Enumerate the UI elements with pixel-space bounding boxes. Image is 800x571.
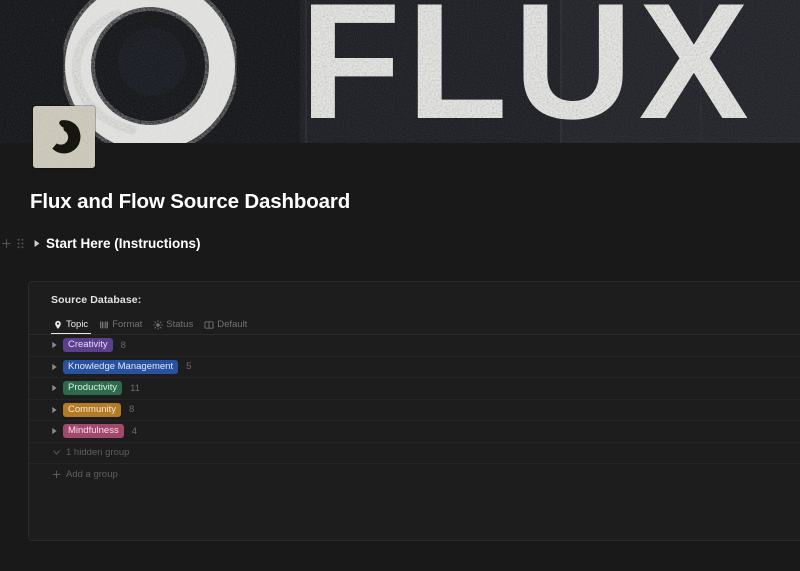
sun-icon [153, 319, 164, 330]
hidden-group-toggle[interactable]: 1 hidden group [29, 443, 800, 464]
table-row[interactable]: Knowledge Management 5 [29, 357, 800, 378]
group-tag-knowledge-management: Knowledge Management [63, 359, 179, 374]
drag-handle-icon[interactable] [15, 238, 26, 249]
tab-topic[interactable]: Topic [49, 319, 93, 334]
tab-format[interactable]: Format [95, 319, 147, 334]
tab-format-label: Format [112, 319, 143, 330]
toggle-block-start-here[interactable]: Start Here (Instructions) [0, 232, 400, 254]
hidden-group-label: 1 hidden group [66, 447, 130, 459]
add-group-button[interactable]: Add a group [29, 464, 800, 486]
group-expand-triangle-icon[interactable] [51, 427, 63, 435]
toggle-collapse-triangle-icon[interactable] [30, 239, 44, 248]
group-tag-productivity: Productivity [63, 381, 123, 396]
table-row[interactable]: Productivity 11 [29, 378, 800, 400]
tab-default[interactable]: Default [200, 319, 252, 334]
page-title: Flux and Flow Source Dashboard [30, 190, 351, 213]
group-count-creativity: 8 [120, 339, 126, 351]
group-rows: Creativity 8 Knowledge Management 5 Prod… [29, 335, 800, 486]
group-tag-creativity: Creativity [63, 338, 113, 353]
plus-icon [51, 470, 61, 480]
database-view-tabs: Topic Format Status Default [49, 315, 252, 334]
cover-banner-art: FLUX & FLUX & [0, 0, 800, 143]
toggle-block-label: Start Here (Instructions) [46, 235, 201, 251]
group-count-knowledge-management: 5 [186, 361, 192, 373]
cover-banner[interactable]: FLUX & FLUX & [0, 0, 800, 143]
add-group-label: Add a group [66, 469, 118, 481]
map-pin-icon [53, 320, 63, 330]
database-title: Source Database: [51, 294, 142, 306]
group-tag-community: Community [63, 402, 122, 417]
group-count-mindfulness: 4 [131, 425, 137, 437]
source-database-card: Source Database: Topic Format Status Def… [28, 281, 800, 541]
group-expand-triangle-icon[interactable] [51, 384, 63, 392]
group-expand-triangle-icon[interactable] [51, 363, 63, 371]
tab-status[interactable]: Status [149, 319, 198, 334]
chevron-down-icon [51, 448, 61, 458]
group-expand-triangle-icon[interactable] [51, 406, 63, 414]
block-gutter-controls [0, 238, 30, 249]
tab-default-label: Default [217, 319, 248, 330]
page-icon[interactable] [33, 106, 95, 168]
page-content: Flux and Flow Source Dashboard Start Her… [0, 143, 800, 571]
group-tag-mindfulness: Mindfulness [63, 424, 124, 439]
enso-spiral-icon [33, 106, 95, 168]
group-count-productivity: 11 [130, 382, 140, 394]
group-count-community: 8 [129, 404, 135, 416]
table-row[interactable]: Mindfulness 4 [29, 421, 800, 443]
tab-topic-label: Topic [66, 319, 89, 330]
table-row[interactable]: Creativity 8 [29, 335, 800, 357]
book-icon [99, 320, 109, 330]
columns-icon [204, 320, 214, 330]
add-block-icon[interactable] [1, 238, 12, 249]
tab-status-label: Status [166, 319, 194, 330]
table-row[interactable]: Community 8 [29, 400, 800, 421]
group-expand-triangle-icon[interactable] [51, 341, 63, 349]
